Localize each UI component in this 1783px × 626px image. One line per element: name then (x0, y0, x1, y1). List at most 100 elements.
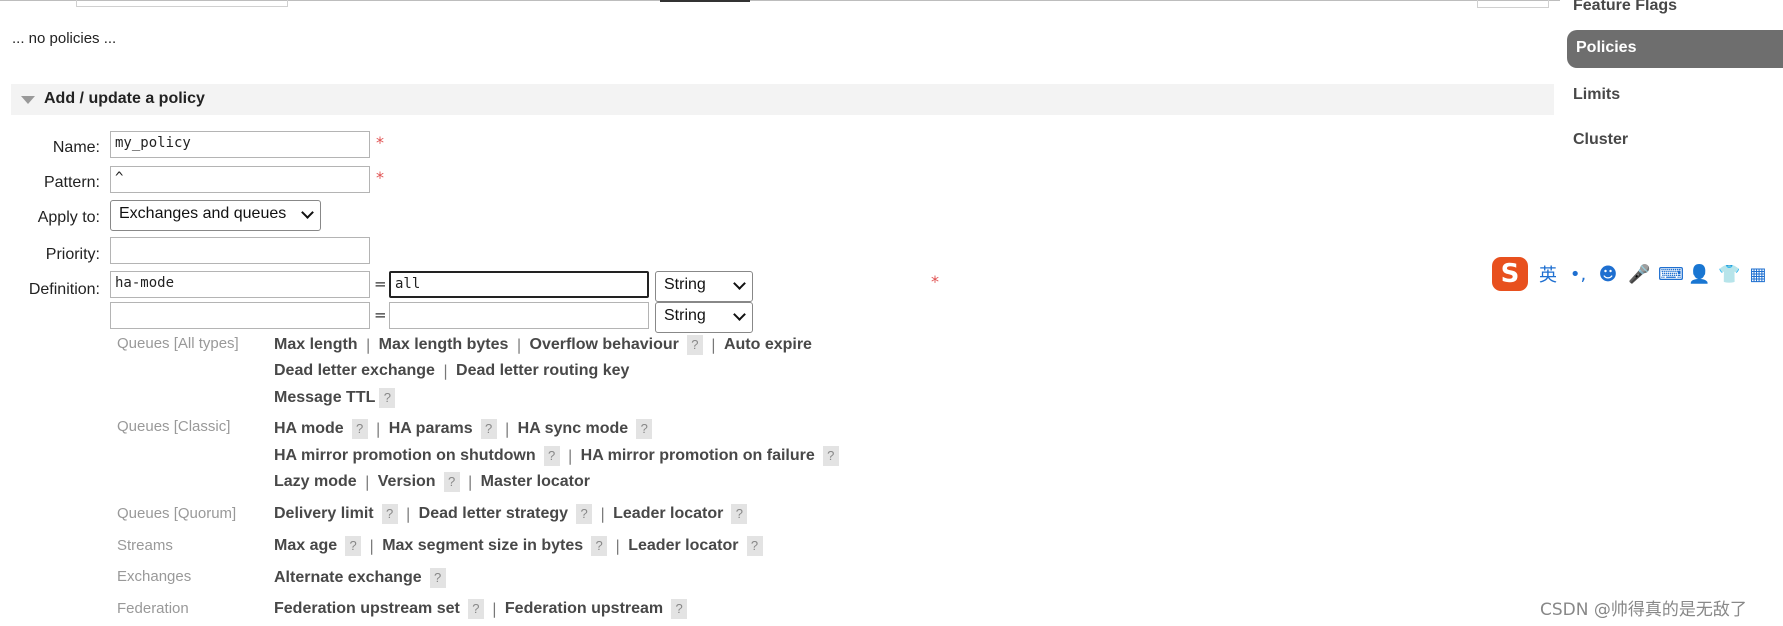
separator: | (365, 336, 371, 354)
emoji-icon[interactable]: ☻ (1598, 264, 1618, 285)
link-max-age[interactable]: Max age (274, 537, 337, 555)
link-overflow-behaviour[interactable]: Overflow behaviour (530, 336, 679, 354)
separator: | (405, 505, 411, 523)
section-title: Add / update a policy (44, 90, 205, 107)
link-dead-letter-exchange[interactable]: Dead letter exchange (274, 362, 435, 380)
name-input[interactable]: my_policy (110, 131, 370, 158)
skin-icon[interactable]: 👕 (1718, 264, 1740, 285)
separator: | (615, 537, 621, 555)
link-master-locator[interactable]: Master locator (481, 473, 590, 491)
exchanges-line-1: Alternate exchange ? (274, 568, 454, 588)
link-message-ttl[interactable]: Message TTL (274, 389, 375, 407)
sidebar-item-policies[interactable]: Policies (1567, 30, 1783, 68)
name-label: Name: (52, 139, 100, 156)
link-dead-letter-routing-key[interactable]: Dead letter routing key (456, 362, 629, 380)
link-alternate-exchange[interactable]: Alternate exchange (274, 569, 422, 587)
definition-label: Definition: (28, 281, 100, 298)
help-icon[interactable]: ? (746, 536, 763, 556)
link-version[interactable]: Version (378, 473, 436, 491)
link-lazy-mode[interactable]: Lazy mode (274, 473, 357, 491)
separator: | (504, 420, 510, 438)
link-ha-promotion-failure[interactable]: HA mirror promotion on failure (581, 447, 815, 465)
link-ha-params[interactable]: HA params (389, 420, 473, 438)
link-delivery-limit[interactable]: Delivery limit (274, 505, 374, 523)
federation-line-1: Federation upstream set ? | Federation u… (274, 599, 695, 619)
help-icon[interactable]: ? (345, 536, 362, 556)
help-icon[interactable]: ? (379, 388, 396, 408)
priority-label: Priority: (45, 246, 100, 263)
help-icon[interactable]: ? (686, 335, 703, 355)
link-federation-upstream[interactable]: Federation upstream (505, 600, 663, 618)
help-icon[interactable]: ? (467, 599, 484, 619)
link-max-segment-size[interactable]: Max segment size in bytes (382, 537, 583, 555)
separator: | (375, 420, 381, 438)
equals-sign: = (374, 275, 387, 293)
collapse-triangle-icon[interactable] (21, 96, 35, 104)
help-icon[interactable]: ? (731, 504, 748, 524)
filter-input-partial[interactable] (76, 0, 288, 7)
help-icon[interactable]: ? (429, 568, 446, 588)
definition-key-input[interactable]: ha-mode (110, 271, 370, 298)
chevron-down-icon (301, 206, 314, 219)
help-icon[interactable]: ? (671, 599, 688, 619)
help-icon[interactable]: ? (576, 504, 593, 524)
queues-all-line-1: Max length | Max length bytes | Overflow… (274, 335, 820, 355)
punctuation-icon[interactable]: •, (1568, 264, 1588, 285)
link-leader-locator[interactable]: Leader locator (613, 505, 723, 523)
help-icon[interactable]: ? (480, 419, 497, 439)
help-icon[interactable]: ? (351, 419, 368, 439)
link-ha-sync-mode[interactable]: HA sync mode (518, 420, 629, 438)
streams-line-1: Max age ? | Max segment size in bytes ? … (274, 536, 771, 556)
ime-toolbar: S 英 •, ☻ 🎤 ⌨ 👤 👕 ▦ (1492, 257, 1782, 291)
name-required-mark: * (376, 133, 384, 152)
keyboard-icon[interactable]: ⌨ (1658, 264, 1684, 285)
definition-value-input[interactable]: all (389, 271, 649, 298)
add-policy-section-header[interactable]: Add / update a policy (11, 84, 1554, 115)
help-icon[interactable]: ? (443, 472, 460, 492)
chevron-down-icon (733, 308, 746, 321)
sidebar-item-label: Policies (1576, 39, 1637, 56)
separator: | (600, 505, 606, 523)
link-ha-promotion-shutdown[interactable]: HA mirror promotion on shutdown (274, 447, 536, 465)
page-size-input-partial[interactable] (1477, 0, 1549, 8)
pattern-input[interactable]: ^ (110, 166, 370, 193)
language-toggle-icon[interactable]: 英 (1538, 261, 1558, 287)
link-dead-letter-strategy[interactable]: Dead letter strategy (419, 505, 568, 523)
queues-all-line-2: Dead letter exchange | Dead letter routi… (274, 362, 637, 380)
sogou-logo-icon[interactable]: S (1492, 257, 1528, 291)
help-icon[interactable]: ? (591, 536, 608, 556)
help-icon[interactable]: ? (543, 446, 560, 466)
priority-input[interactable] (110, 237, 370, 264)
help-icon[interactable]: ? (822, 446, 839, 466)
apply-to-label: Apply to: (37, 209, 100, 226)
separator: | (710, 336, 716, 354)
sidebar-item-feature-flags[interactable]: Feature Flags (1573, 0, 1677, 15)
help-icon[interactable]: ? (381, 504, 398, 524)
microphone-icon[interactable]: 🎤 (1628, 264, 1650, 285)
help-icon[interactable]: ? (636, 419, 653, 439)
definition-type-value: String (664, 276, 706, 293)
queues-quorum-line-1: Delivery limit ? | Dead letter strategy … (274, 504, 755, 524)
group-title-federation: Federation (117, 600, 189, 617)
definition-value-input-2[interactable] (389, 302, 649, 329)
sidebar-item-limits[interactable]: Limits (1573, 86, 1620, 104)
separator: | (467, 473, 473, 491)
toolbox-grid-icon[interactable]: ▦ (1748, 264, 1768, 285)
group-title-streams: Streams (117, 537, 173, 554)
link-streams-leader-locator[interactable]: Leader locator (628, 537, 738, 555)
link-max-length-bytes[interactable]: Max length bytes (379, 336, 509, 354)
user-icon[interactable]: 👤 (1688, 264, 1710, 285)
link-federation-upstream-set[interactable]: Federation upstream set (274, 600, 460, 618)
definition-type-select[interactable]: String (655, 271, 753, 302)
queues-classic-line-1: HA mode ? | HA params ? | HA sync mode ? (274, 419, 660, 439)
link-auto-expire[interactable]: Auto expire (724, 336, 812, 354)
sidebar-item-cluster[interactable]: Cluster (1573, 131, 1628, 149)
apply-to-select[interactable]: Exchanges and queues (110, 200, 321, 231)
link-ha-mode[interactable]: HA mode (274, 420, 344, 438)
separator: | (491, 600, 497, 618)
definition-type-select-2[interactable]: String (655, 302, 753, 333)
no-policies-text: ... no policies ... (12, 30, 117, 47)
separator: | (567, 447, 573, 465)
link-max-length[interactable]: Max length (274, 336, 358, 354)
definition-key-input-2[interactable] (110, 302, 370, 329)
